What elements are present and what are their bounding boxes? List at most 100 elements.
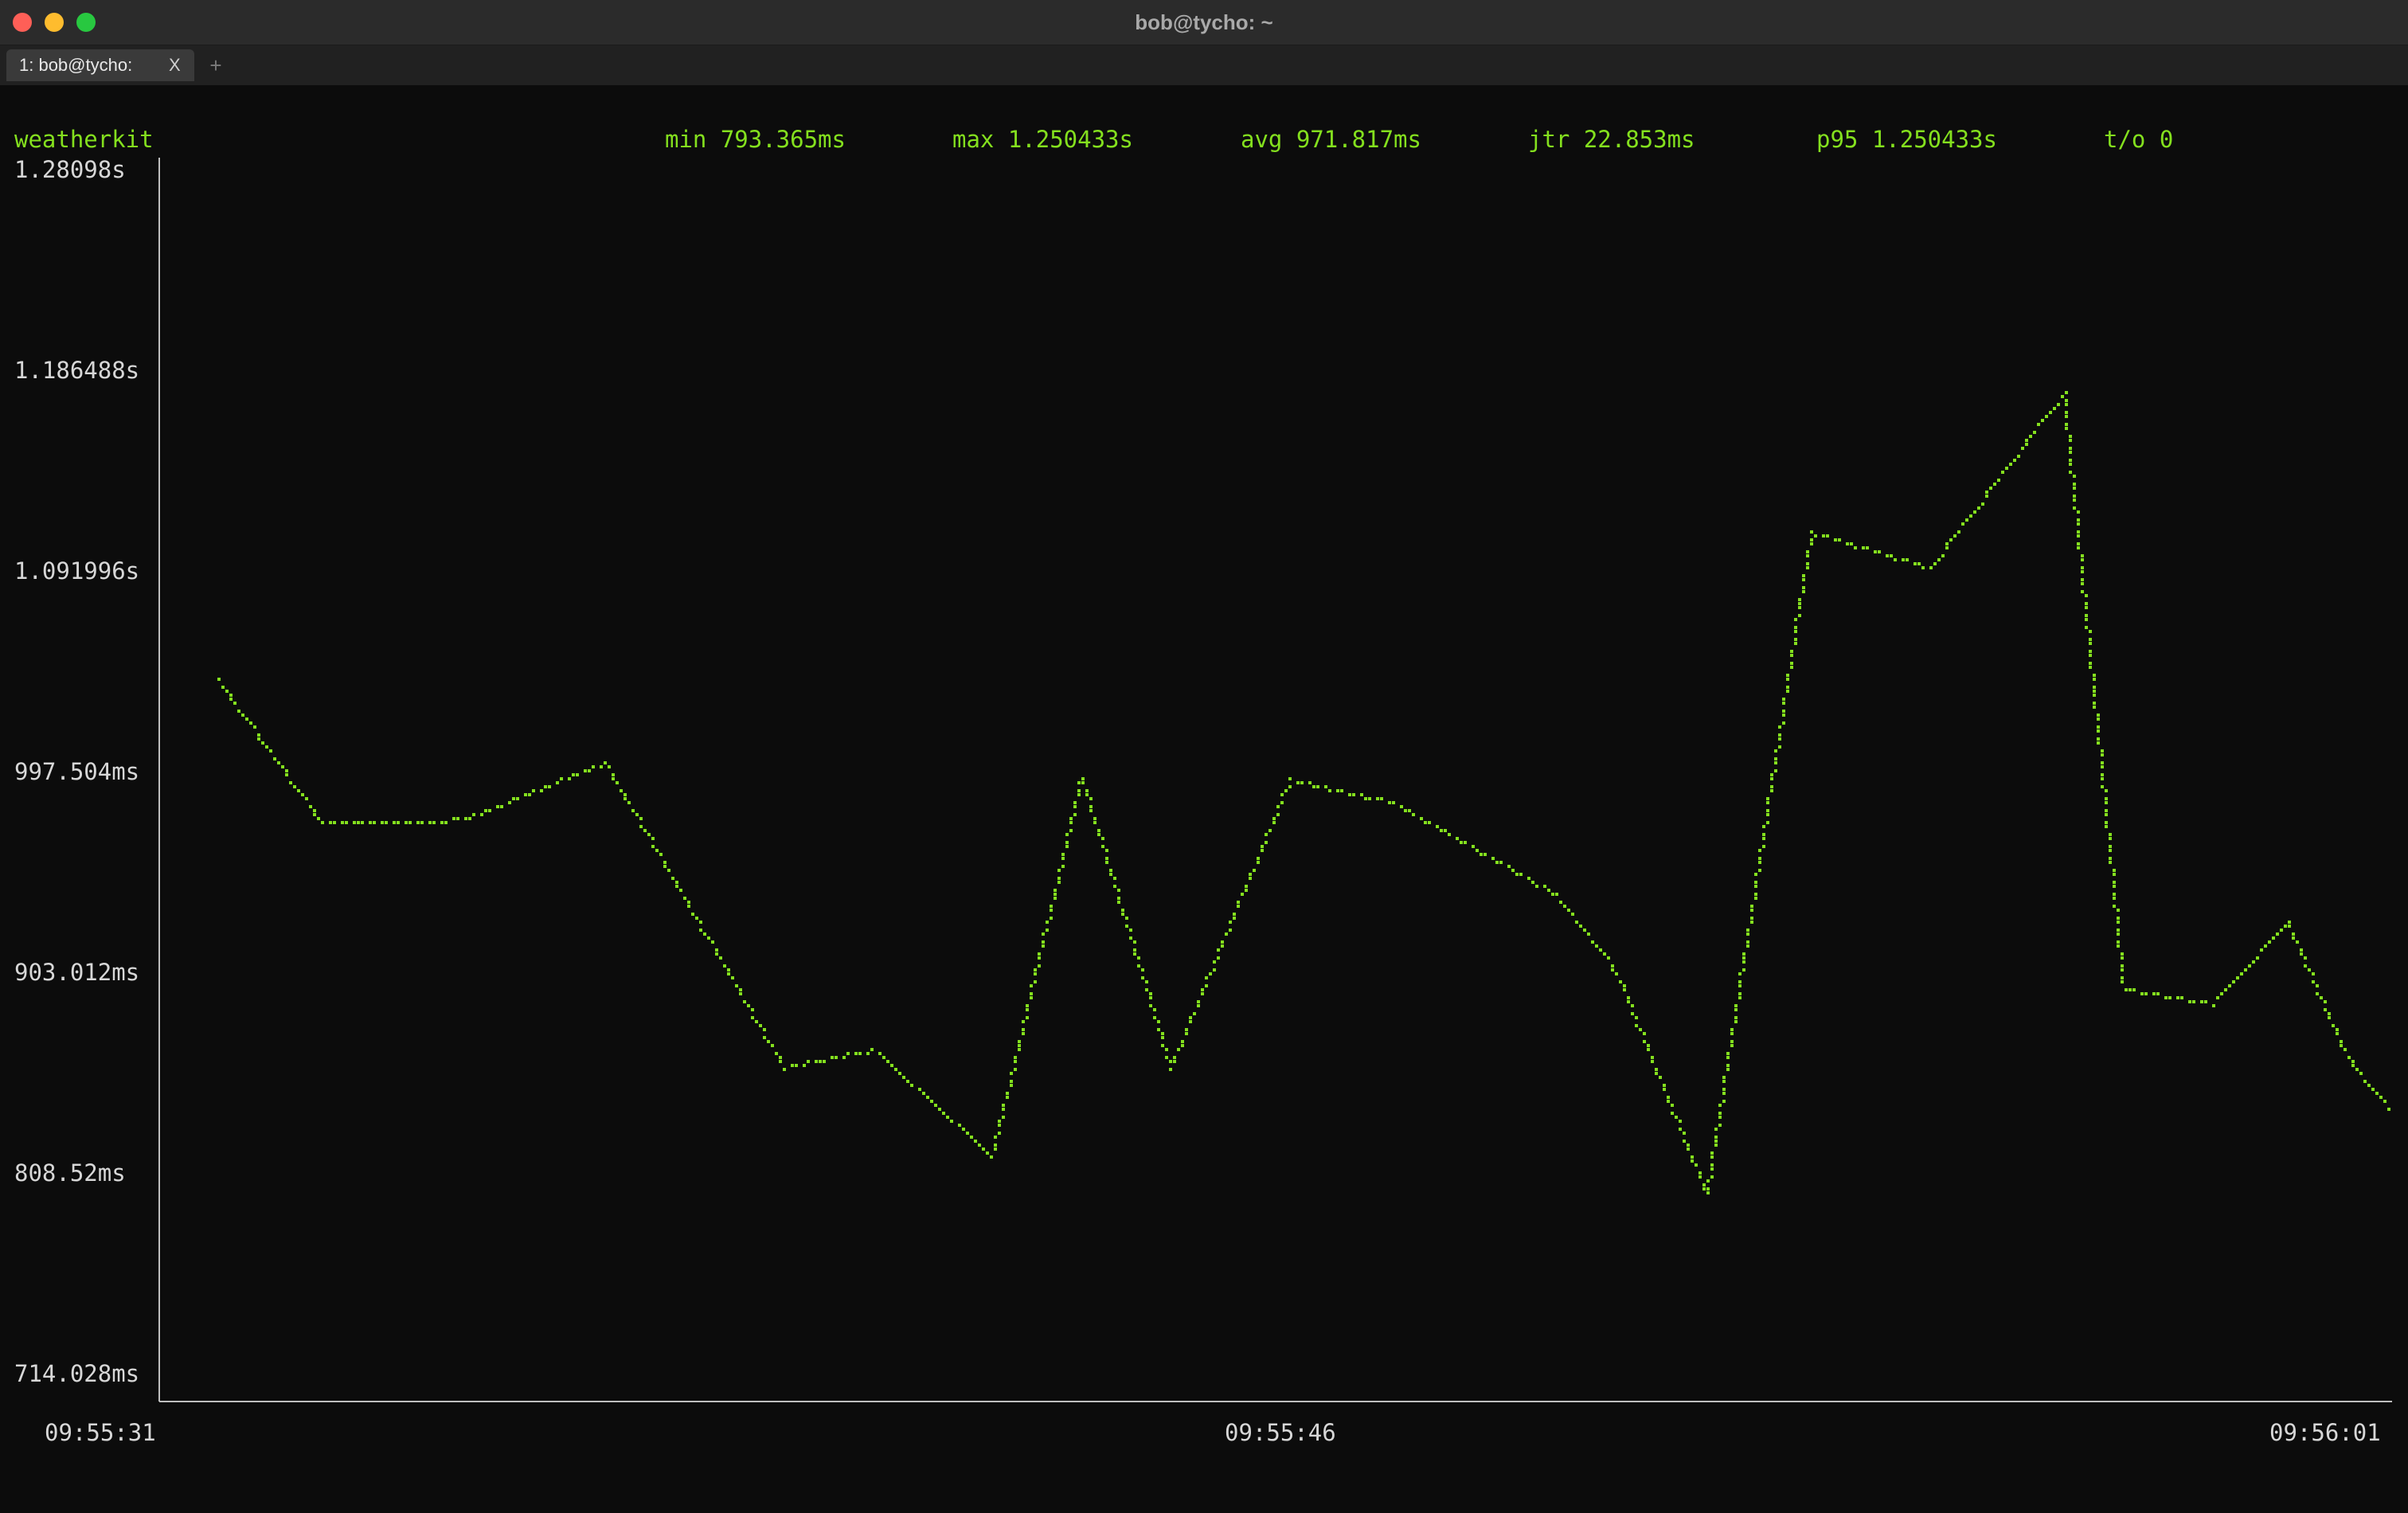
series-dot <box>982 1147 985 1151</box>
series-dot <box>1109 873 1112 876</box>
series-dot <box>612 777 615 780</box>
series-dot <box>2101 761 2104 764</box>
series-dot <box>1766 809 1769 812</box>
series-dot <box>1675 1116 1678 1119</box>
series-dot <box>1197 1000 1200 1003</box>
series-dot <box>1953 534 1956 538</box>
series-dot <box>1034 972 1037 975</box>
series-dot <box>1213 960 1216 964</box>
series-dot <box>1902 558 1905 561</box>
series-dot <box>683 897 686 900</box>
series-dot <box>2344 1048 2347 1051</box>
series-dot <box>1185 1032 1188 1035</box>
series-dot <box>2045 415 2048 418</box>
series-dot <box>2340 1040 2343 1043</box>
series-dot <box>2144 992 2148 995</box>
series-dot <box>1054 889 1057 892</box>
series-dot <box>1519 873 1523 876</box>
series-dot <box>687 905 690 908</box>
series-dot <box>1806 550 1809 553</box>
series-dot <box>1786 686 1789 689</box>
series-dot <box>1623 984 1626 987</box>
series-dot <box>1233 913 1236 916</box>
series-dot <box>1189 1020 1192 1023</box>
series-dot <box>273 757 276 760</box>
series-dot <box>1336 789 1339 792</box>
series-dot <box>321 821 324 824</box>
series-dot <box>1615 972 1618 975</box>
series-dot <box>2097 713 2100 717</box>
series-dot <box>289 781 292 784</box>
series-dot <box>1284 789 1288 792</box>
series-dot <box>631 809 635 812</box>
series-dot <box>1237 905 1240 908</box>
series-dot <box>2101 785 2104 788</box>
series-dot <box>1786 674 1789 677</box>
series-dot <box>1073 805 1077 808</box>
series-dot <box>882 1056 885 1059</box>
series-dot <box>1288 785 1292 788</box>
series-dot <box>1754 885 1757 888</box>
tab-bob-tycho[interactable]: 1: bob@tycho: X <box>6 49 194 81</box>
series-dot <box>1113 885 1116 888</box>
series-dot <box>1173 1060 1176 1063</box>
series-dot <box>257 737 260 741</box>
series-dot <box>1042 944 1045 948</box>
series-dot <box>2359 1072 2363 1075</box>
series-dot <box>1249 877 1252 880</box>
new-tab-button[interactable]: + <box>205 49 226 81</box>
series-dot <box>1069 817 1073 820</box>
series-dot <box>1129 929 1132 932</box>
series-dot <box>1710 1163 1714 1167</box>
series-dot <box>1125 925 1128 928</box>
series-dot <box>866 1052 870 1055</box>
series-dot <box>1133 940 1136 944</box>
series-dot <box>1460 841 1463 844</box>
series-dot <box>233 702 236 705</box>
series-dot <box>1014 1056 1017 1059</box>
y-tick-label: 1.186488s <box>14 357 140 384</box>
series-dot <box>1169 1060 1172 1063</box>
series-dot <box>1249 873 1252 876</box>
series-dot <box>1782 702 1785 705</box>
series-dot <box>1480 853 1483 856</box>
series-dot <box>2085 618 2088 621</box>
series-dot <box>1766 797 1769 800</box>
series-dot <box>2117 940 2120 944</box>
series-dot <box>1579 925 1582 928</box>
series-dot <box>779 1060 782 1063</box>
series-dot <box>1802 578 1805 581</box>
terminal-content[interactable]: weatherkit min 793.365ms max 1.250433s a… <box>0 86 2408 1513</box>
series-dot <box>1945 542 1949 545</box>
series-dot <box>1069 821 1073 824</box>
series-dot <box>998 1124 1001 1127</box>
series-dot <box>1746 932 1749 936</box>
series-dot <box>699 929 702 932</box>
series-dot <box>2069 459 2072 462</box>
series-dot <box>1802 574 1805 577</box>
series-dot <box>528 793 531 796</box>
series-dot <box>317 817 320 820</box>
series-dot <box>1782 710 1785 713</box>
series-dot <box>2121 980 2124 983</box>
series-dot <box>727 968 730 972</box>
series-dot <box>1635 1016 1638 1019</box>
series-dot <box>870 1048 874 1051</box>
series-dot <box>1750 905 1753 908</box>
series-dot <box>2101 765 2104 768</box>
series-dot <box>1129 936 1132 940</box>
series-dot <box>2156 992 2160 995</box>
series-dot <box>1065 841 1069 844</box>
series-dot <box>488 809 491 812</box>
series-dot <box>1806 566 1809 569</box>
series-dot <box>408 821 412 824</box>
series-dot <box>313 813 316 816</box>
close-tab-icon[interactable]: X <box>169 49 181 81</box>
series-dot <box>1308 781 1312 784</box>
series-dot <box>2164 996 2168 999</box>
series-dot <box>695 917 698 920</box>
series-dot <box>974 1140 977 1143</box>
series-dot <box>2097 717 2100 721</box>
series-dot <box>1663 1088 1666 1091</box>
series-dot <box>1073 813 1077 816</box>
